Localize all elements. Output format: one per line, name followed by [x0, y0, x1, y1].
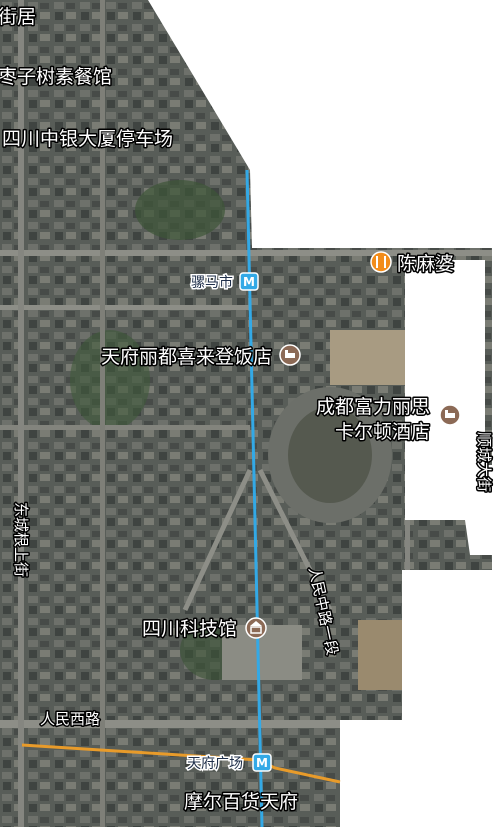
poi-label-ritz-line1[interactable]: 成都富力丽思 [314, 395, 431, 420]
road-label-renmin-west[interactable]: 人民西路 [39, 709, 102, 730]
map-canvas[interactable]: 骡马市 M 天府广场 M 陈麻婆 天府丽都喜来登饭店 成都富力丽思 卡尔顿酒店 … [0, 0, 494, 827]
metro-M-icon[interactable]: M [252, 753, 272, 772]
hotel-icon[interactable] [439, 404, 461, 426]
poi-label-zhongyin-parking[interactable]: 四川中银大厦停车场 [1, 127, 175, 152]
museum-icon[interactable] [245, 617, 267, 639]
hotel-icon[interactable] [279, 344, 301, 366]
metro-station-label-luomashi[interactable]: 骡马市 [190, 273, 235, 293]
road-label-right-edge[interactable]: 顺城大街 [474, 431, 494, 494]
poi-label-ritz-line2[interactable]: 卡尔顿酒店 [333, 420, 431, 445]
svg-text:M: M [256, 756, 268, 770]
metro-station-label-tianfuguangchang[interactable]: 天府广场 [186, 755, 245, 774]
poi-label-zaozishu-vegetarian[interactable]: 枣子树素餐馆 [0, 65, 114, 90]
restaurant-icon[interactable] [370, 251, 392, 273]
poi-label-chenmapo[interactable]: 陈麻婆 [396, 252, 456, 277]
poi-label-sichuan-science-museum[interactable]: 四川科技馆 [140, 617, 238, 642]
road-label-dongchenggen[interactable]: 东城根上街 [11, 501, 32, 579]
metro-M-icon[interactable]: M [239, 272, 259, 291]
poi-label-sheraton[interactable]: 天府丽都喜来登饭店 [99, 345, 273, 370]
road-label-top-street[interactable]: 街居 [0, 5, 38, 30]
svg-text:M: M [243, 275, 255, 289]
poi-label-moer-department-store[interactable]: 摩尔百货天府 [183, 790, 300, 815]
